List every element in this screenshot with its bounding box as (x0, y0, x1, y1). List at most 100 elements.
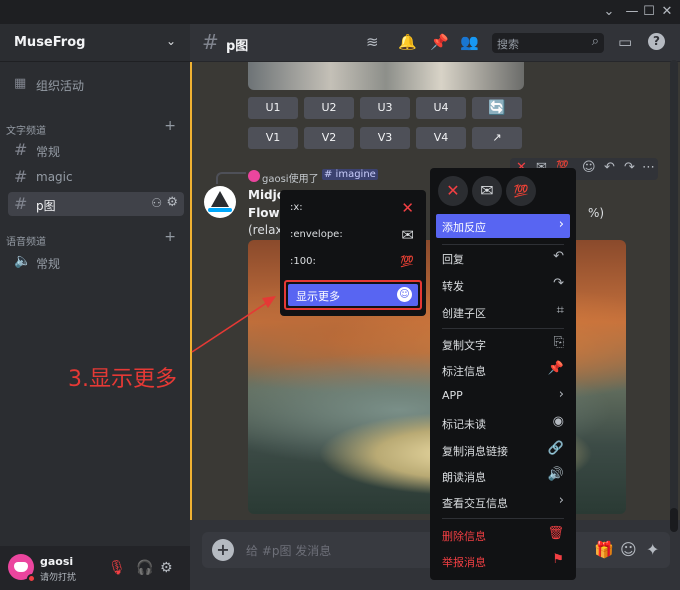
emoji-option-100[interactable]: :100: 💯 (280, 250, 426, 276)
category-text-channels[interactable]: 文字频道 (6, 122, 46, 137)
category-voice-channels[interactable]: 语音频道 (6, 233, 46, 248)
menu-reply[interactable]: 回复 ↶ (436, 246, 570, 270)
emoji-name: :x: (290, 202, 303, 213)
variation-button-2[interactable]: V2 (304, 127, 354, 149)
reroll-icon[interactable]: 🔄 (472, 97, 522, 119)
add-reaction-icon[interactable]: ☺ (582, 160, 596, 175)
thread-icon: ⌗ (556, 303, 564, 318)
sidebar-item-label: p图 (36, 199, 56, 213)
pin-icon[interactable]: 📌 (430, 33, 449, 51)
add-channel-icon[interactable]: + (164, 118, 176, 134)
upscale-button-4[interactable]: U4 (416, 97, 466, 119)
upscale-button-3[interactable]: U3 (360, 97, 410, 119)
bot-avatar[interactable] (204, 186, 236, 218)
reply-icon: ↶ (553, 249, 564, 264)
reply-user[interactable]: gaosi使用了 (262, 170, 319, 185)
reply-command[interactable]: # imagine (322, 169, 378, 180)
search-placeholder: 搜索 (497, 38, 519, 51)
members-icon[interactable]: 👥 (460, 33, 479, 51)
hundred-icon: 💯 (400, 255, 414, 268)
reply-icon[interactable]: ↶ (604, 160, 615, 175)
previous-image[interactable] (248, 62, 524, 90)
add-voice-channel-icon[interactable]: + (164, 229, 176, 245)
upscale-button-2[interactable]: U2 (304, 97, 354, 119)
variation-button-3[interactable]: V3 (360, 127, 410, 149)
prompt-text: Flowi (248, 206, 284, 220)
status-badge (27, 574, 36, 583)
menu-label: APP (442, 389, 463, 402)
menu-label: 查看交互信息 (442, 497, 508, 510)
more-icon[interactable]: ⋯ (642, 160, 655, 175)
menu-delete-message[interactable]: 删除信息 🗑 (436, 523, 570, 547)
sidebar-item-events[interactable]: ▦ 组织活动 (8, 72, 184, 96)
user-settings-gear-icon[interactable]: ⚙ (160, 560, 173, 576)
envelope-reaction-icon[interactable]: ✉ (472, 176, 502, 206)
sidebar-item-voice-general[interactable]: 🔈 常规 (8, 250, 184, 274)
sidebar-item-label: 常规 (36, 257, 61, 271)
invite-icon[interactable]: ⚇ (151, 196, 162, 210)
menu-pin-message[interactable]: 标注信息 📌 (436, 358, 570, 382)
emoji-option-x[interactable]: :x: ✕ (280, 196, 426, 222)
search-icon: ⌕ (591, 34, 599, 49)
variation-button-4[interactable]: V4 (416, 127, 466, 149)
hash-icon: # (14, 167, 28, 186)
menu-label: 复制文字 (442, 339, 486, 352)
emoji-option-envelope[interactable]: :envelope: ✉ (280, 223, 426, 249)
window-chevron-icon[interactable]: ⌄ (600, 3, 618, 21)
menu-label: 举报消息 (442, 556, 486, 569)
menu-copy-link[interactable]: 复制消息链接 🔗 (436, 438, 570, 462)
forward-icon[interactable]: ↷ (624, 160, 635, 175)
emoji-icon[interactable]: ☺ (620, 540, 637, 559)
gear-icon[interactable]: ⚙ (166, 195, 178, 210)
sidebar-item-label: 常规 (36, 145, 61, 159)
mute-mic-icon[interactable]: 🎙 (108, 560, 126, 576)
user-status: 请勿打扰 (40, 573, 77, 583)
show-more-button[interactable]: 显示更多 ☺ (288, 284, 418, 306)
scrollbar-thumb[interactable] (670, 508, 678, 532)
menu-add-reaction[interactable]: 添加反应 › (436, 214, 570, 238)
menu-apps[interactable]: APP › (436, 384, 570, 408)
attach-plus-icon[interactable]: + (212, 539, 234, 561)
help-icon[interactable]: ? (648, 33, 665, 50)
menu-label: 删除信息 (442, 530, 486, 543)
sidebar-item-magic[interactable]: # magic (8, 165, 184, 189)
menu-mark-unread[interactable]: 标记未读 ◉ (436, 411, 570, 435)
hundred-reaction-icon[interactable]: 💯 (506, 176, 536, 206)
hash-icon: # (14, 140, 28, 159)
inbox-icon[interactable]: ▭ (618, 33, 632, 51)
menu-view-interactions[interactable]: 查看交互信息 › (436, 490, 570, 514)
menu-forward[interactable]: 转发 ↷ (436, 273, 570, 297)
apps-icon[interactable]: ✦ (646, 540, 659, 559)
threads-icon[interactable]: ≋ (366, 33, 379, 51)
gift-icon[interactable]: 🎁 (594, 540, 614, 559)
scrollbar-track[interactable] (670, 60, 678, 530)
page-title: p图 (226, 39, 249, 54)
search-input[interactable]: 搜索 ⌕ (492, 33, 604, 53)
x-reaction-icon[interactable]: ✕ (438, 176, 468, 206)
sidebar-item-general[interactable]: # 常规 (8, 138, 184, 162)
menu-label: 朗读消息 (442, 471, 486, 484)
smile-icon: ☺ (397, 287, 412, 302)
maximize-icon[interactable]: ☐ (640, 3, 658, 21)
menu-copy-text[interactable]: 复制文字 ⎘ (436, 332, 570, 356)
external-link-icon[interactable]: ↗ (472, 127, 522, 149)
server-header[interactable]: MuseFrog ⌄ (0, 24, 190, 62)
bell-icon[interactable]: 🔔 (398, 33, 417, 51)
upscale-button-1[interactable]: U1 (248, 97, 298, 119)
sidebar-item-label: magic (36, 170, 73, 184)
menu-report-message[interactable]: 举报消息 ⚑ (436, 549, 570, 573)
variation-button-1[interactable]: V1 (248, 127, 298, 149)
headphones-icon[interactable]: 🎧 (136, 560, 153, 576)
emoji-name: :100: (290, 256, 316, 267)
close-window-icon[interactable]: ✕ (658, 3, 676, 21)
user-panel: gaosi 请勿打扰 🎙 🎧 ⚙ (0, 546, 190, 590)
link-icon: 🔗 (547, 441, 564, 456)
sidebar-item-p-image[interactable]: # p图 ⚇ ⚙ (8, 192, 184, 216)
annotation-label: 3.显示更多 (68, 367, 177, 392)
forward-icon: ↷ (553, 276, 564, 291)
menu-speak-message[interactable]: 朗读消息 🔊 (436, 464, 570, 488)
minimize-icon[interactable]: — (623, 3, 641, 21)
menu-create-thread[interactable]: 创建子区 ⌗ (436, 300, 570, 324)
channel-header: # p图 ≋ 🔔 📌 👥 搜索 ⌕ ▭ ? (190, 24, 680, 62)
emoji-suggestion-popup: :x: ✕ :envelope: ✉ :100: 💯 显示更多 ☺ (280, 190, 426, 316)
